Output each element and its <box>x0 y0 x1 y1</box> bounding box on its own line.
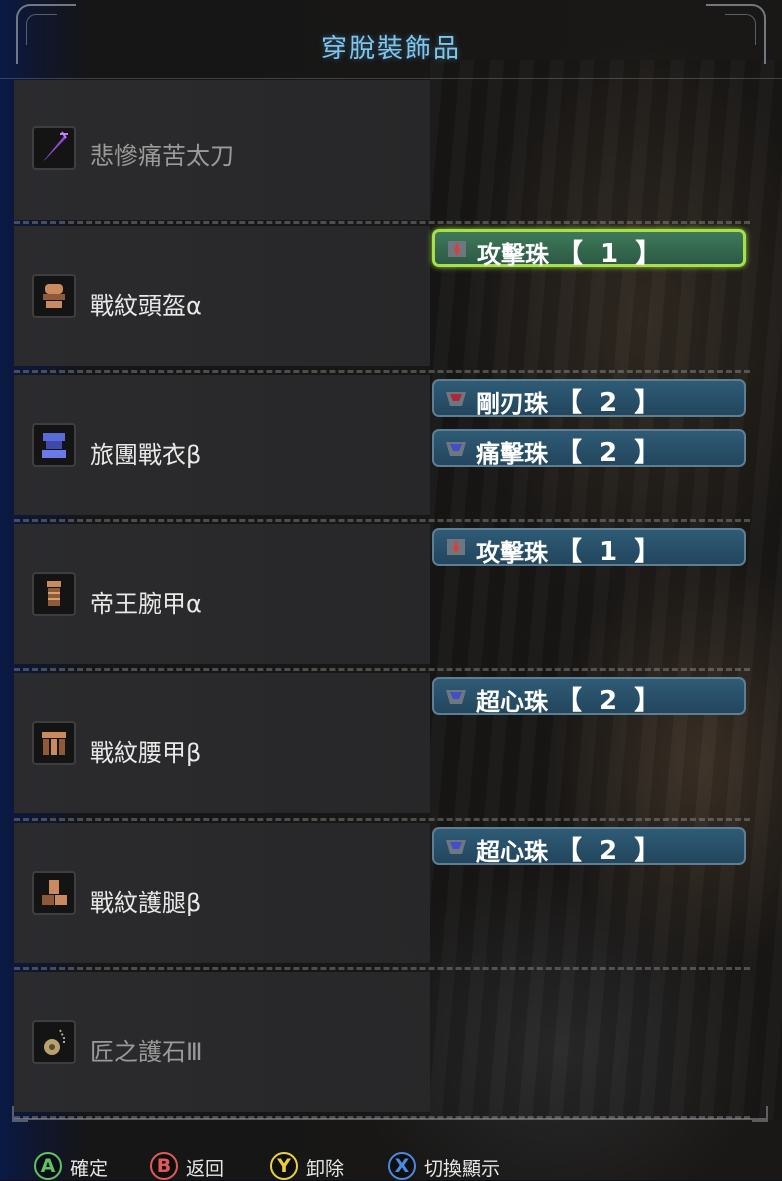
decoration-name: 攻擊珠 <box>476 539 548 567</box>
hint-label: 確定 <box>70 1158 109 1180</box>
hint-label: 卸除 <box>306 1158 345 1180</box>
y-button-icon: Y <box>270 1152 298 1180</box>
charm-icon <box>32 1020 76 1064</box>
decoration-level: 【 2 】 <box>556 836 665 866</box>
level-2-jewel-blue-icon <box>442 684 470 708</box>
decoration-level: 【 2 】 <box>556 388 665 418</box>
waist-armor-icon <box>32 721 76 765</box>
arm-armor-icon <box>32 572 76 616</box>
decoration-slot[interactable]: 超心珠 【 2 】 <box>432 827 746 866</box>
equipment-row-charm[interactable]: 匠之護石Ⅲ <box>14 972 430 1112</box>
decoration-name: 攻擊珠 <box>477 241 549 269</box>
decoration-slot[interactable]: 攻擊珠 【 1 】 <box>432 528 746 567</box>
row-divider <box>14 967 750 970</box>
row-divider <box>14 818 750 821</box>
decoration-level: 【 2 】 <box>556 438 665 468</box>
equipment-row-head[interactable]: 戰紋頭盔α <box>14 226 430 366</box>
decoration-slot[interactable]: 攻擊珠 【 1 】 <box>432 229 746 269</box>
row-divider <box>14 221 750 224</box>
equipment-row-legs[interactable]: 戰紋護腿β <box>14 823 430 963</box>
long-sword-icon <box>32 126 76 170</box>
x-button-icon: X <box>388 1152 416 1180</box>
chest-armor-icon <box>32 423 76 467</box>
equipment-row-waist[interactable]: 戰紋腰甲β <box>14 673 430 813</box>
decoration-slot[interactable]: 剛刃珠 【 2 】 <box>432 379 746 418</box>
decoration-name: 超心珠 <box>476 838 548 866</box>
decoration-name: 剛刃珠 <box>476 390 548 418</box>
equipment-name: 旅團戰衣β <box>90 441 202 469</box>
page-title: 穿脫裝飾品 <box>320 34 461 64</box>
decoration-slot[interactable]: 超心珠 【 2 】 <box>432 677 746 716</box>
decoration-level: 【 1 】 <box>556 537 665 567</box>
row-divider <box>14 370 750 373</box>
equipment-row-arms[interactable]: 帝王腕甲α <box>14 524 430 664</box>
level-2-jewel-blue-icon <box>442 436 470 460</box>
equipment-name: 戰紋頭盔α <box>90 292 202 320</box>
b-button-icon: B <box>150 1152 178 1180</box>
hint-label: 返回 <box>186 1158 225 1180</box>
helm-icon <box>32 274 76 318</box>
equipment-name: 帝王腕甲α <box>90 590 202 618</box>
decoration-name: 痛擊珠 <box>476 440 548 468</box>
hint-label: 切換顯示 <box>424 1158 501 1180</box>
level-1-jewel-icon <box>443 237 471 261</box>
equipment-name: 戰紋腰甲β <box>90 739 202 767</box>
equipment-row-chest[interactable]: 旅團戰衣β <box>14 375 430 515</box>
equipment-row-weapon[interactable]: 悲慘痛苦太刀 <box>14 80 430 220</box>
equipment-name: 匠之護石Ⅲ <box>90 1038 203 1066</box>
equipment-name: 戰紋護腿β <box>90 889 202 917</box>
a-button-icon: A <box>34 1152 62 1180</box>
row-divider <box>14 668 750 671</box>
level-2-jewel-red-icon <box>442 386 470 410</box>
decoration-name: 超心珠 <box>476 688 548 716</box>
decoration-level: 【 1 】 <box>557 239 666 269</box>
footer-frame <box>12 1106 768 1122</box>
leg-armor-icon <box>32 871 76 915</box>
level-2-jewel-blue-icon <box>442 834 470 858</box>
row-divider <box>14 519 750 522</box>
equipment-name: 悲慘痛苦太刀 <box>90 142 234 170</box>
decoration-level: 【 2 】 <box>556 686 665 716</box>
decoration-slot[interactable]: 痛擊珠 【 2 】 <box>432 429 746 468</box>
level-1-jewel-icon <box>442 535 470 559</box>
